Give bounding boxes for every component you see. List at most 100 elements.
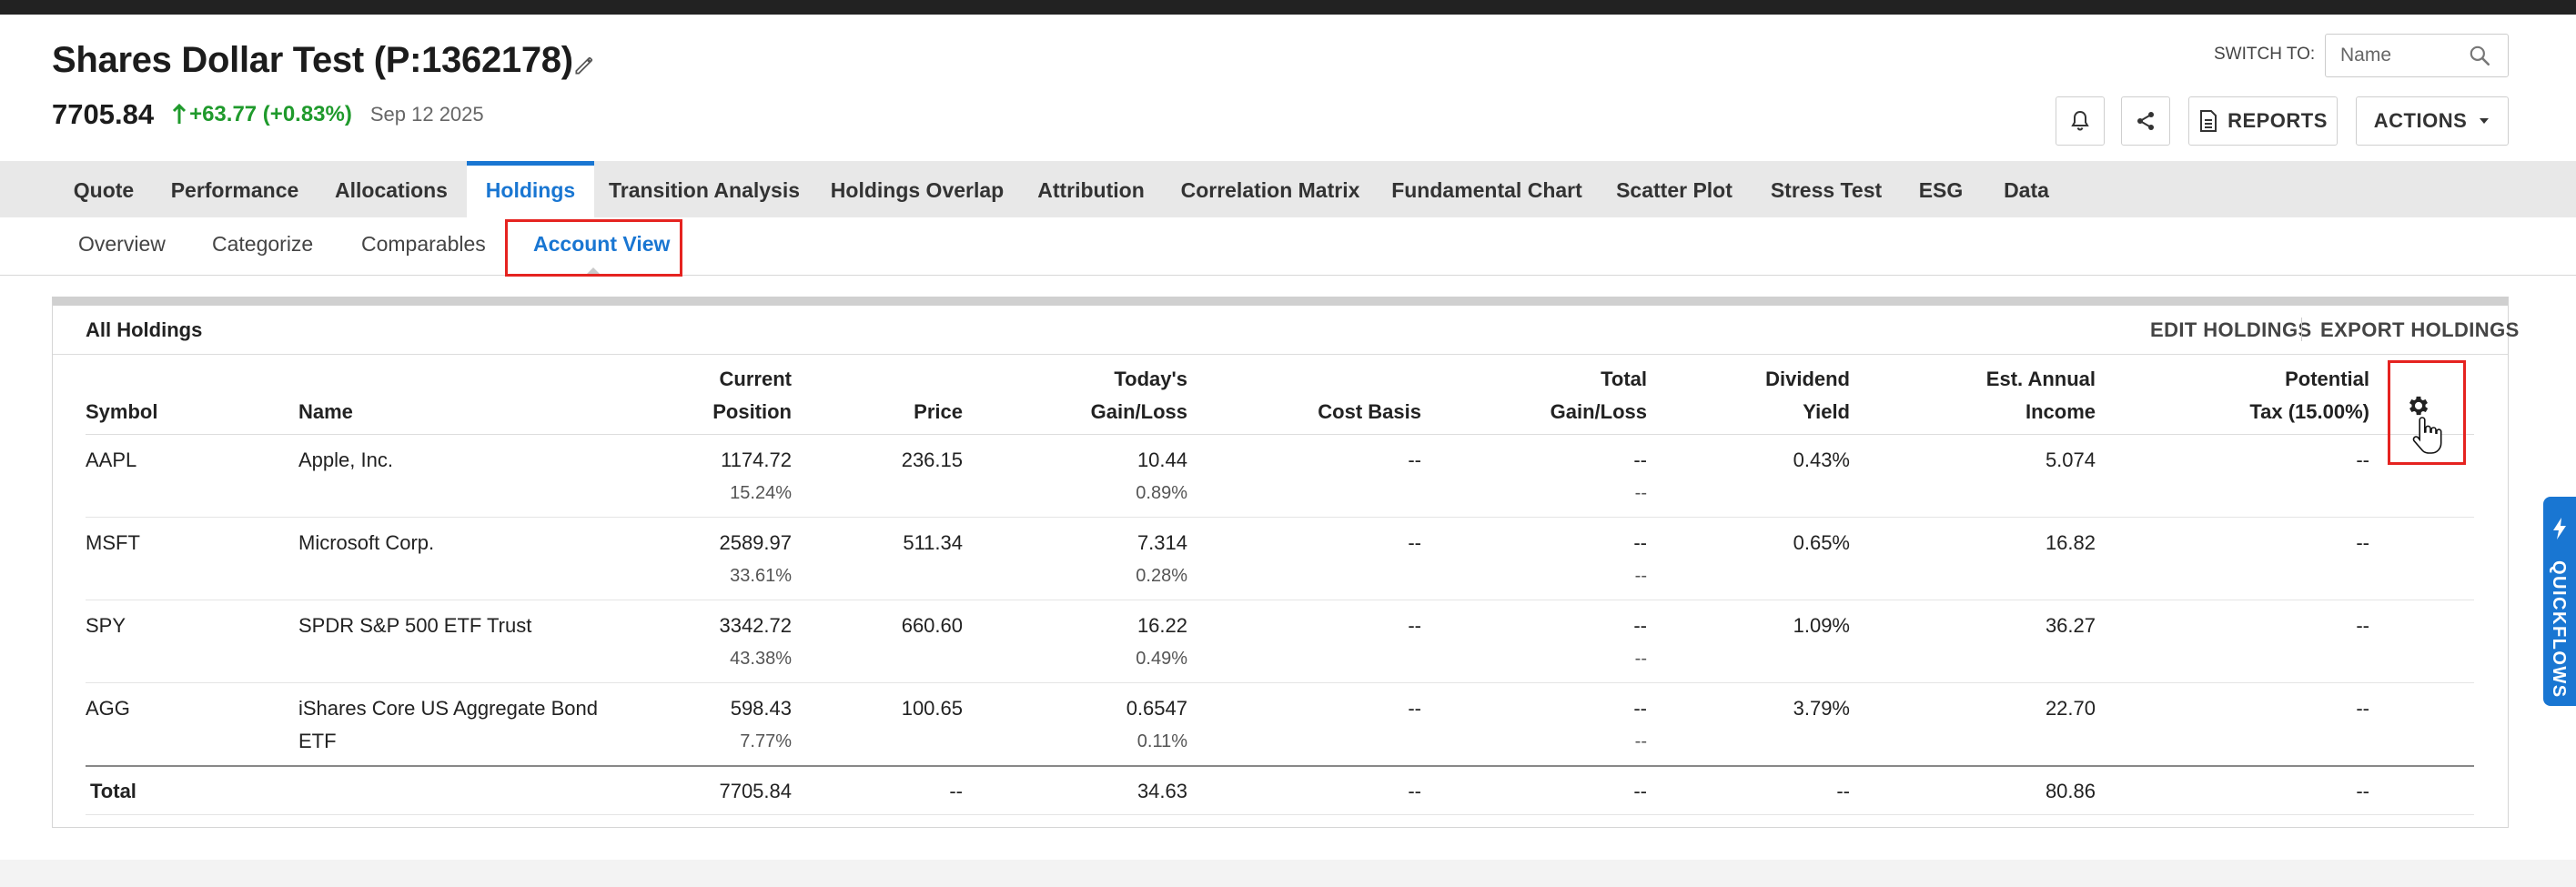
bell-icon [2071,110,2089,131]
tab-attribution[interactable]: Attribution [1032,161,1150,217]
reports-label: REPORTS [2227,109,2328,132]
tab-holdings-overlap[interactable]: Holdings Overlap [826,161,1008,217]
settings-highlight-box [2388,360,2466,465]
row-symbol[interactable]: AAPL [86,444,136,477]
search-icon[interactable] [2468,44,2491,67]
row-dividend-yield: 0.43% [1793,449,1850,471]
row-position: 1174.72 [721,449,792,471]
col-header-todays-gain[interactable]: Today's Gain/Loss [1001,363,1187,428]
row-annual-income: 5.074 [2045,449,2096,471]
export-holdings-link[interactable]: EXPORT HOLDINGS [2320,318,2520,342]
row-todays-gain-pct: 0.49% [1136,649,1187,669]
total-cost-basis: -- [1408,780,1421,802]
row-position: 2589.97 [719,531,792,554]
row-position: 598.43 [730,697,792,720]
col-header-position-line2: Position [712,400,792,423]
row-position-pct: 33.61% [730,566,792,586]
page-title: Shares Dollar Test (P:1362178) [52,40,573,80]
subtab-overview[interactable]: Overview [78,232,166,257]
tab-esg[interactable]: ESG [1911,161,1971,217]
total-label: Total [90,780,136,802]
tab-scatter-plot[interactable]: Scatter Plot [1609,161,1740,217]
panel-title: All Holdings [86,318,203,341]
col-header-dividend-yield[interactable]: Dividend Yield [1683,363,1850,428]
col-header-name[interactable]: Name [298,396,353,428]
lightning-icon [2553,518,2566,539]
row-name: SPDR S&P 500 ETF Trust [298,614,532,637]
row-total-gain: -- [1633,531,1647,554]
share-button[interactable] [2121,96,2170,146]
share-icon [2137,112,2154,130]
row-annual-income: 36.27 [2045,614,2096,637]
row-divider [86,517,2474,518]
row-position-pct: 15.24% [730,483,792,503]
alerts-button[interactable] [2056,96,2105,146]
row-symbol[interactable]: AGG [86,692,130,725]
subtab-categorize[interactable]: Categorize [212,232,313,257]
subtab-divider [0,275,2576,276]
row-position-pct: 7.77% [740,731,792,751]
col-header-total-gain-line1: Total [1601,368,1647,390]
row-symbol[interactable]: MSFT [86,527,140,559]
row-todays-gain-pct: 0.89% [1136,483,1187,503]
panel-action-separator [2301,318,2302,341]
tab-fundamental-chart[interactable]: Fundamental Chart [1389,161,1585,217]
total-position: 7705.84 [719,780,792,802]
price-date: Sep 12 2025 [369,103,484,126]
quickflows-tab[interactable]: QUICKFLOWS [2543,497,2576,706]
total-dividend-yield: -- [1836,780,1850,802]
reports-button[interactable]: REPORTS [2188,96,2338,146]
tab-quote[interactable]: Quote [53,161,155,217]
row-total-gain: -- [1633,614,1647,637]
tab-allocations[interactable]: Allocations [328,161,455,217]
row-total-gain: -- [1633,697,1647,720]
edit-holdings-link[interactable]: EDIT HOLDINGS [2150,318,2312,342]
row-name: Apple, Inc. [298,449,393,471]
document-icon [2200,110,2217,132]
col-header-potential-tax-line1: Potential [2285,368,2369,390]
row-name: iShares Core US Aggregate Bond [298,697,598,720]
col-header-annual-income[interactable]: Est. Annual Income [1893,363,2096,428]
col-header-dividend-yield-line2: Yield [1803,400,1850,423]
price-change: +63.77 (+0.83%) [189,102,352,126]
col-header-symbol[interactable]: Symbol [86,396,157,428]
total-rule [86,765,2474,767]
tab-holdings[interactable]: Holdings [467,161,594,217]
total-annual-income: 80.86 [2045,780,2096,802]
tab-data[interactable]: Data [1991,161,2062,217]
row-dividend-yield: 0.65% [1793,531,1850,554]
total-price: -- [949,780,963,802]
col-header-potential-tax-line2: Tax (15.00%) [2249,400,2369,423]
col-header-cost-basis[interactable]: Cost Basis [1237,396,1421,428]
row-symbol[interactable]: SPY [86,610,126,642]
col-header-annual-income-line1: Est. Annual [1985,368,2096,390]
window-top-bar [0,0,2576,15]
tab-transition-analysis[interactable]: Transition Analysis [605,161,803,217]
portfolio-price: 7705.84 [52,98,155,130]
col-header-dividend-yield-line1: Dividend [1765,368,1850,390]
col-header-total-gain[interactable]: Total Gain/Loss [1456,363,1647,428]
col-header-annual-income-line2: Income [2025,400,2096,423]
col-header-price[interactable]: Price [819,396,963,428]
actions-button[interactable]: ACTIONS [2356,96,2509,146]
col-header-position[interactable]: Current Position [637,363,792,428]
subtab-comparables[interactable]: Comparables [361,232,486,257]
tab-stress-test[interactable]: Stress Test [1763,161,1890,217]
panel-header-rule [53,354,2508,355]
row-annual-income: 22.70 [2045,697,2096,720]
row-position-pct: 43.38% [730,649,792,669]
tab-performance[interactable]: Performance [162,161,308,217]
row-name-line2: ETF [298,730,337,752]
col-header-position-line1: Current [719,368,792,390]
col-header-potential-tax[interactable]: Potential Tax (15.00%) [2147,363,2369,428]
arrow-up-icon [173,103,187,124]
pencil-icon[interactable] [572,54,596,77]
row-cost-basis: -- [1408,697,1421,720]
row-price: 236.15 [901,449,963,471]
row-dividend-yield: 3.79% [1793,697,1850,720]
tab-correlation-matrix[interactable]: Correlation Matrix [1174,161,1367,217]
col-header-total-gain-line2: Gain/Loss [1550,400,1647,423]
row-todays-gain: 16.22 [1136,614,1187,637]
row-divider [86,682,2474,683]
row-todays-gain-pct: 0.28% [1136,566,1187,586]
